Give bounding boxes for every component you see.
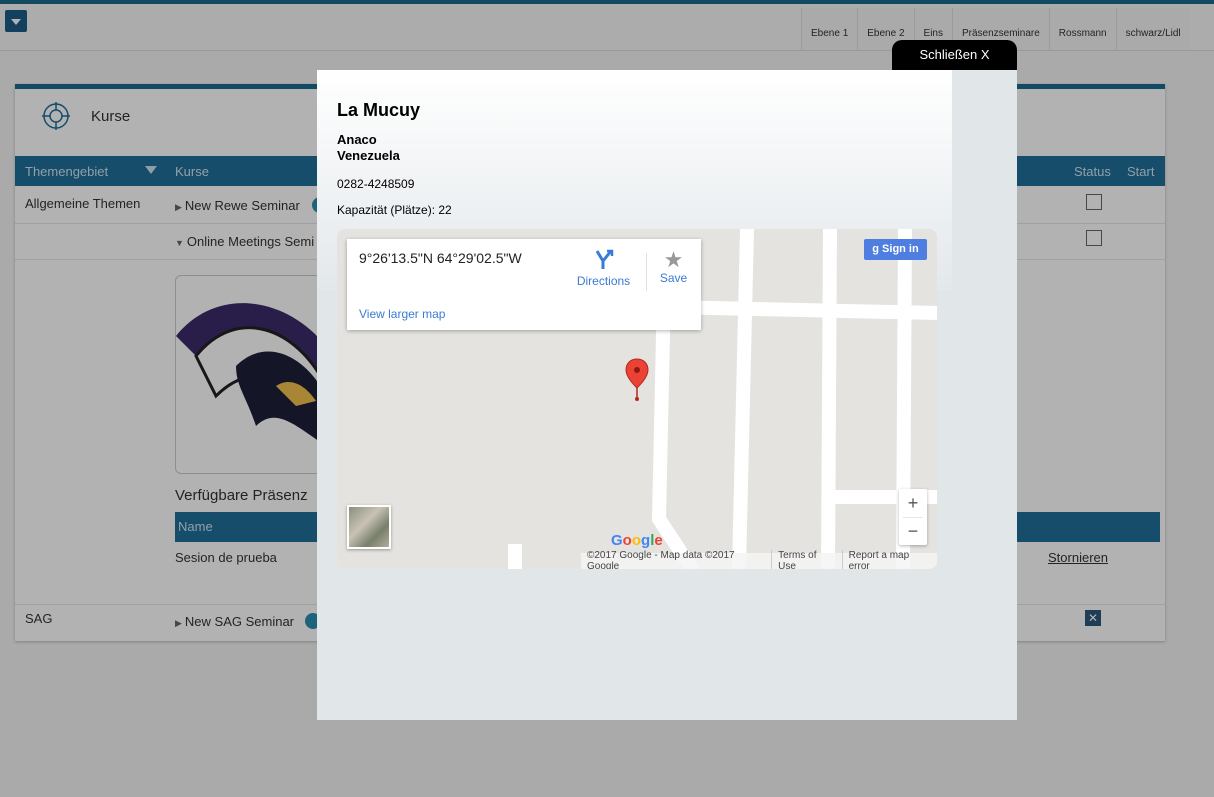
satellite-toggle[interactable] — [347, 505, 391, 549]
location-phone: 0282-4248509 — [337, 177, 415, 191]
google-logo: Google — [611, 532, 663, 549]
location-title: La Mucuy — [337, 100, 421, 120]
map-attribution: ©2017 Google - Map data ©2017 Google Ter… — [581, 550, 937, 569]
google-g-icon: g — [872, 243, 883, 255]
sign-in-button[interactable]: g Sign in — [864, 239, 927, 260]
close-modal-button[interactable]: Schließen X — [892, 40, 1017, 70]
location-modal: La Mucuy Anaco Venezuela 0282-4248509 Ka… — [317, 70, 1017, 720]
view-larger-map-link[interactable]: View larger map — [359, 307, 445, 321]
report-error-link[interactable]: Report a map error — [841, 550, 937, 569]
directions-button[interactable]: Directions — [576, 249, 631, 288]
place-info-card: 9°26'13.5"N 64°29'02.5"W Directions ★ Sa… — [347, 239, 701, 330]
zoom-in-button[interactable]: + — [899, 489, 927, 517]
sign-in-label: Sign in — [882, 243, 919, 255]
zoom-out-button[interactable]: − — [899, 517, 927, 545]
divider — [903, 517, 923, 518]
map-copyright: ©2017 Google - Map data ©2017 Google — [587, 550, 735, 569]
directions-label: Directions — [576, 274, 631, 288]
star-icon: ★ — [663, 247, 684, 272]
terms-link[interactable]: Terms of Use — [771, 550, 841, 569]
divider — [646, 253, 647, 291]
save-button[interactable]: ★ Save — [651, 247, 696, 286]
location-address: Anaco Venezuela — [337, 132, 400, 164]
directions-icon — [595, 249, 613, 269]
zoom-control: + − — [899, 489, 927, 545]
location-city: Anaco — [337, 132, 377, 147]
location-capacity: Kapazität (Plätze): 22 — [337, 203, 452, 217]
save-label: Save — [659, 271, 688, 285]
coordinates-text: 9°26'13.5"N 64°29'02.5"W — [359, 250, 522, 266]
embedded-map[interactable]: 9°26'13.5"N 64°29'02.5"W Directions ★ Sa… — [337, 229, 937, 569]
map-pin-icon[interactable] — [625, 358, 649, 402]
location-country: Venezuela — [337, 148, 400, 163]
